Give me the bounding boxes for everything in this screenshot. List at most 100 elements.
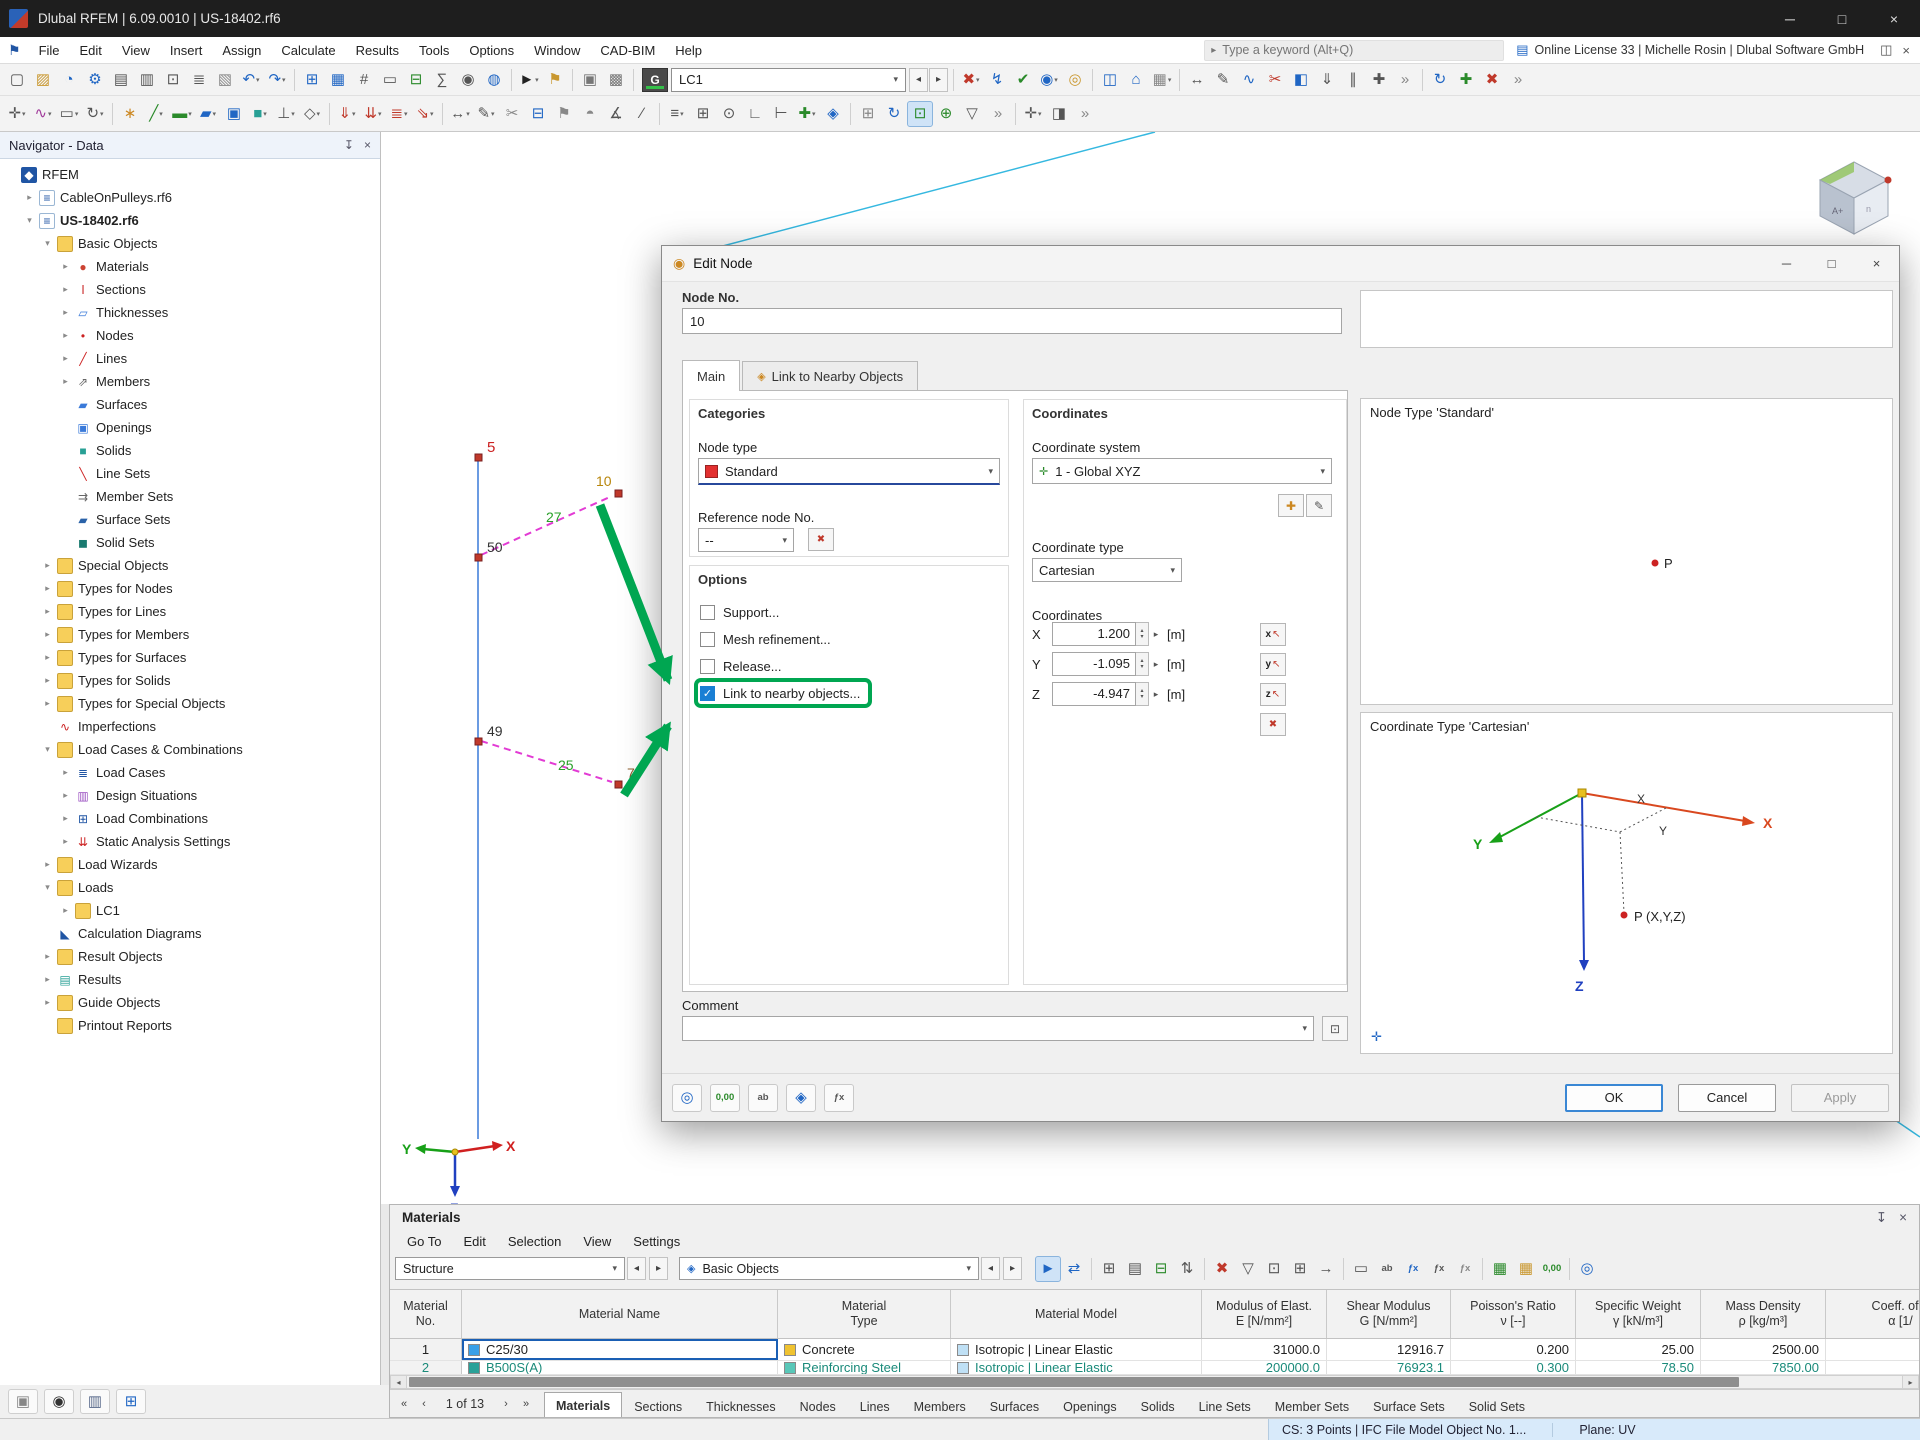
tree-item[interactable]: ▸ ⇗ Members xyxy=(0,370,380,393)
table-cell[interactable]: 0.300 xyxy=(1451,1361,1576,1374)
tree-item[interactable]: ▸ ● Materials xyxy=(0,255,380,278)
table-cell[interactable]: 25.00 xyxy=(1576,1339,1701,1360)
previous-load-case-button[interactable]: ◂ xyxy=(909,68,928,92)
overflow4-icon[interactable]: » xyxy=(1072,101,1098,127)
tree-item[interactable]: ▸ Types for Lines xyxy=(0,600,380,623)
table-tab[interactable]: Line Sets xyxy=(1187,1394,1263,1418)
table-column-header[interactable]: MaterialType xyxy=(778,1290,951,1338)
tree-item[interactable]: ▸ Types for Solids xyxy=(0,669,380,692)
dropdown-caret-icon[interactable]: ▾ xyxy=(378,110,382,118)
option-checkbox-row[interactable]: Link to nearby objects... xyxy=(698,682,868,704)
dock-window-icon[interactable]: ◫ xyxy=(1880,42,1892,58)
search-input[interactable] xyxy=(1222,43,1497,57)
table-tab[interactable]: Member Sets xyxy=(1263,1394,1361,1418)
layout-panels-icon[interactable]: ▣ xyxy=(8,1389,38,1414)
dropdown-caret-icon[interactable]: ▾ xyxy=(75,110,79,118)
diagrams-icon[interactable]: ∿ xyxy=(1236,67,1262,93)
table-tab[interactable]: Thicknesses xyxy=(694,1394,787,1418)
edit-coordinate-system-button[interactable]: ✎ xyxy=(1306,494,1332,517)
menu-item[interactable]: Results xyxy=(346,37,409,63)
sphere-icon[interactable]: ◓ xyxy=(577,101,603,127)
section-cut-icon[interactable]: ✂ xyxy=(1262,67,1288,93)
dropdown-caret-icon[interactable]: ▾ xyxy=(256,76,260,84)
zoom-window-icon[interactable]: ▭▾ xyxy=(56,101,82,127)
formula-icon[interactable]: ƒx xyxy=(824,1084,854,1112)
new-node-icon[interactable]: ∗ xyxy=(117,101,143,127)
tree-chevron-icon[interactable]: ▸ xyxy=(40,951,55,962)
delete-objects-icon[interactable]: ✖ xyxy=(1479,67,1505,93)
jump-icon[interactable]: → xyxy=(1313,1256,1339,1282)
dropdown-caret-icon[interactable]: ▾ xyxy=(213,110,217,118)
reference-node-dropdown[interactable]: -- ▾ xyxy=(698,528,794,552)
close-document-icon[interactable]: × xyxy=(1902,43,1910,58)
dropdown-caret-icon[interactable]: ▾ xyxy=(100,110,104,118)
check-model-icon[interactable]: ✔ xyxy=(1010,67,1036,93)
navigation-cube[interactable]: A+ n xyxy=(1812,156,1896,240)
tree-chevron-icon[interactable]: ▾ xyxy=(40,238,55,249)
show-results-icon[interactable]: ◉▾ xyxy=(1036,67,1062,93)
excel-export-icon[interactable]: ⊟ xyxy=(403,67,429,93)
dropdown-caret-icon[interactable]: ▾ xyxy=(159,110,163,118)
table-cell[interactable] xyxy=(1826,1339,1920,1360)
table-column-header[interactable]: MaterialNo. xyxy=(390,1290,462,1338)
ab-icon[interactable]: ab xyxy=(1374,1256,1400,1282)
paste-row-icon[interactable]: ⊞ xyxy=(1287,1256,1313,1282)
xsc-table-icon[interactable]: ∑ xyxy=(429,67,455,93)
close-icon[interactable]: × xyxy=(364,138,371,152)
copy-icon[interactable]: ≣ xyxy=(186,67,212,93)
tree-chevron-icon[interactable]: ▸ xyxy=(58,813,73,824)
comment-combobox[interactable]: ▾ xyxy=(682,1016,1314,1041)
pick-coordinate-button[interactable]: y↖ xyxy=(1260,653,1286,676)
table-cell[interactable]: Reinforcing Steel xyxy=(778,1361,951,1374)
add-view-icon[interactable]: ⊕ xyxy=(933,101,959,127)
cs-refresh-icon[interactable]: ✛ xyxy=(1371,1029,1382,1045)
tree-item[interactable]: Printout Reports xyxy=(0,1014,380,1037)
calculate-all-icon[interactable]: ↯ xyxy=(984,67,1010,93)
annotation-tool-icon[interactable]: ✎▾ xyxy=(473,101,499,127)
dropdown-caret-icon[interactable]: ▾ xyxy=(282,76,286,84)
tree-item[interactable]: ◆ RFEM xyxy=(0,163,380,186)
tree-item[interactable]: ▸ ≣ Load Cases xyxy=(0,761,380,784)
table-column-header[interactable]: Modulus of Elast.E [N/mm²] xyxy=(1202,1290,1327,1338)
table-column-header[interactable]: Material Name xyxy=(462,1290,778,1338)
dropdown-caret-icon[interactable]: ▾ xyxy=(812,110,816,118)
columns-icon[interactable]: ∥ xyxy=(1340,67,1366,93)
pan-icon[interactable]: ✛▾ xyxy=(1020,101,1046,127)
dropdown-caret-icon[interactable]: ▾ xyxy=(22,110,26,118)
tree-chevron-icon[interactable]: ▸ xyxy=(58,307,73,318)
menu-item[interactable]: Assign xyxy=(212,37,271,63)
minimize-button[interactable]: ─ xyxy=(1764,0,1816,37)
table-column-header[interactable]: Material Model xyxy=(951,1290,1202,1338)
tree-item[interactable]: ▸ Types for Surfaces xyxy=(0,646,380,669)
table-tab[interactable]: Nodes xyxy=(788,1394,848,1418)
tree-chevron-icon[interactable]: ▾ xyxy=(40,882,55,893)
table-manager-icon[interactable]: ⊞ xyxy=(299,67,325,93)
menu-item[interactable]: Tools xyxy=(409,37,459,63)
divide-icon[interactable]: ∕ xyxy=(629,101,655,127)
table-tab[interactable]: Surfaces xyxy=(978,1394,1051,1418)
select-special-icon[interactable]: ∿▾ xyxy=(30,101,56,127)
previous-table-nav-button[interactable]: ‹ xyxy=(414,1394,434,1415)
tree-item[interactable]: ▸ Guide Objects xyxy=(0,991,380,1014)
table-cell[interactable]: Concrete xyxy=(778,1339,951,1360)
nodal-load-icon[interactable]: ⇓▾ xyxy=(334,101,360,127)
table-cell[interactable]: 0.200 xyxy=(1451,1339,1576,1360)
tree-item[interactable]: ▸ ▥ Design Situations xyxy=(0,784,380,807)
guide-flag-icon[interactable]: ⚑ xyxy=(542,67,568,93)
menu-item[interactable]: Selection xyxy=(497,1230,572,1253)
new-member-icon[interactable]: ▬▾ xyxy=(169,101,195,127)
line-load-icon[interactable]: ⇊▾ xyxy=(360,101,386,127)
move-icon[interactable]: ✚ xyxy=(1366,67,1392,93)
dlubal-center-icon[interactable]: ◔ xyxy=(56,67,82,93)
menu-item[interactable]: CAD-BIM xyxy=(590,37,665,63)
tree-item[interactable]: ▰ Surface Sets xyxy=(0,508,380,531)
preview-3d-icon[interactable]: ◈ xyxy=(786,1084,816,1112)
select-in-graphic-icon[interactable]: ► xyxy=(1035,1256,1061,1282)
tables-icon[interactable]: ▦ xyxy=(325,67,351,93)
tree-chevron-icon[interactable]: ▾ xyxy=(22,215,37,226)
tree-chevron-icon[interactable]: ▸ xyxy=(40,583,55,594)
table-cell[interactable]: 1 xyxy=(390,1339,462,1360)
tree-chevron-icon[interactable]: ▸ xyxy=(58,790,73,801)
surface-load-icon[interactable]: ≣▾ xyxy=(386,101,412,127)
menu-item[interactable]: Options xyxy=(459,37,524,63)
